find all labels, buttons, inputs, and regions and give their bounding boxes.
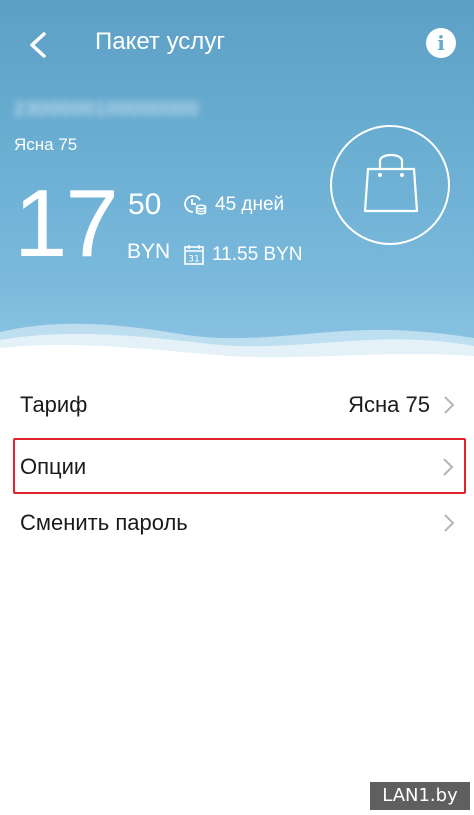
watermark: LAN1.by <box>370 782 470 810</box>
page-title: Пакет услуг <box>95 28 226 55</box>
menu-item-label: Опции <box>20 454 87 479</box>
tariff-name: Ясна 75 <box>14 135 78 154</box>
menu-item-tariff[interactable]: Тариф Ясна 75 <box>0 376 474 432</box>
wave-decoration <box>0 323 474 370</box>
monthly-fee: 31 11.55 BYN <box>184 243 302 267</box>
menu-item-change-password[interactable]: Сменить пароль <box>0 494 474 550</box>
menu-item-label: Сменить пароль <box>20 510 188 535</box>
info-icon: i <box>437 31 445 55</box>
fee-text: 11.55 BYN <box>212 244 303 265</box>
days-remaining: 45 дней <box>183 193 284 217</box>
calendar-day: 31 <box>188 255 199 265</box>
menu-item-options[interactable]: Опции <box>13 438 466 494</box>
shop-button[interactable] <box>330 125 450 245</box>
chevron-right-icon <box>444 396 455 414</box>
menu-item-value: Ясна 75 <box>348 392 430 417</box>
clock-coins-icon <box>184 195 207 215</box>
info-button[interactable]: i <box>426 28 456 58</box>
chevron-right-icon <box>443 458 454 476</box>
days-text: 45 дней <box>215 194 285 215</box>
calendar-icon: 31 <box>184 245 204 265</box>
header-banner: Пакет услуг i 2300000100000000 Ясна 75 1… <box>0 0 474 370</box>
back-button[interactable] <box>20 22 60 66</box>
chevron-left-icon <box>30 32 46 58</box>
balance-currency: BYN <box>127 240 171 263</box>
shopping-bag-icon <box>363 153 419 213</box>
balance-fraction: 50 <box>128 188 162 221</box>
menu-item-label: Тариф <box>20 392 88 417</box>
top-bar: Пакет услуг i <box>0 0 474 88</box>
chevron-right-icon <box>444 514 455 532</box>
account-number: 2300000100000000 <box>14 99 200 120</box>
balance-integer: 17 <box>14 170 119 277</box>
